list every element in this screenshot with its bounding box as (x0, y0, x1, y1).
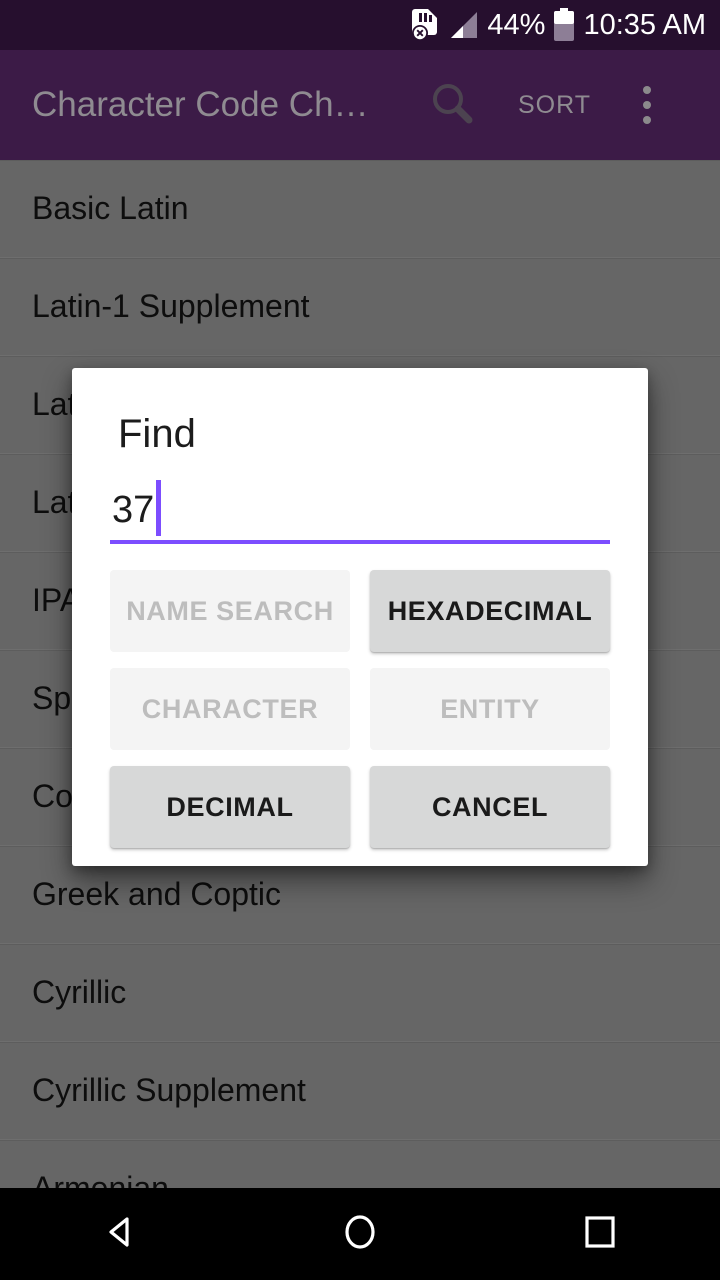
input-underline (110, 540, 610, 544)
android-navigation-bar (0, 1188, 720, 1280)
list-item[interactable]: Cyrillic Supplement (0, 1042, 720, 1140)
list-item-label: Greek and Coptic (32, 876, 282, 912)
list-item-label: Latin-1 Supplement (32, 288, 310, 324)
status-bar: 44% 10:35 AM (0, 0, 720, 50)
back-icon (98, 1210, 142, 1259)
battery-percent-label: 44% (487, 8, 546, 41)
signal-icon (449, 10, 479, 40)
more-options-icon (643, 101, 651, 109)
list-item-label: Cyrillic Supplement (32, 1072, 306, 1108)
more-options-icon (643, 86, 651, 94)
page-title: Character Code Ch… (32, 85, 369, 124)
entity-button: ENTITY (370, 668, 610, 750)
recents-button[interactable] (540, 1188, 660, 1280)
search-icon (429, 80, 475, 131)
phone-screen: 44% 10:35 AM Character Code Ch… SORT Bas… (0, 0, 720, 1280)
app-bar: Character Code Ch… SORT (0, 50, 720, 160)
home-icon (338, 1210, 382, 1259)
list-item[interactable]: Cyrillic (0, 944, 720, 1042)
list-item[interactable]: Basic Latin (0, 160, 720, 258)
find-input-wrapper (110, 480, 610, 544)
character-button: CHARACTER (110, 668, 350, 750)
more-options-icon (643, 116, 651, 124)
name-search-button: NAME SEARCH (110, 570, 350, 652)
sim-card-error-icon (411, 8, 441, 42)
sort-button[interactable]: SORT (492, 50, 617, 160)
search-button[interactable] (412, 50, 492, 160)
text-cursor (156, 480, 161, 536)
clock-label: 10:35 AM (583, 8, 706, 41)
list-item-label: Cyrillic (32, 974, 127, 1010)
dialog-button-grid: NAME SEARCH HEXADECIMAL CHARACTER ENTITY… (110, 570, 610, 848)
find-input[interactable] (110, 482, 610, 542)
list-item-label: Basic Latin (32, 190, 189, 226)
find-dialog: Find NAME SEARCH HEXADECIMAL CHARACTER E… (72, 368, 648, 866)
cancel-button[interactable]: CANCEL (370, 766, 610, 848)
back-button[interactable] (60, 1188, 180, 1280)
dialog-title: Find (118, 412, 196, 456)
list-item[interactable]: Latin-1 Supplement (0, 258, 720, 356)
battery-icon (553, 8, 575, 42)
home-button[interactable] (300, 1188, 420, 1280)
overflow-menu-button[interactable] (617, 50, 677, 160)
recents-icon (578, 1210, 622, 1259)
hexadecimal-button[interactable]: HEXADECIMAL (370, 570, 610, 652)
decimal-button[interactable]: DECIMAL (110, 766, 350, 848)
